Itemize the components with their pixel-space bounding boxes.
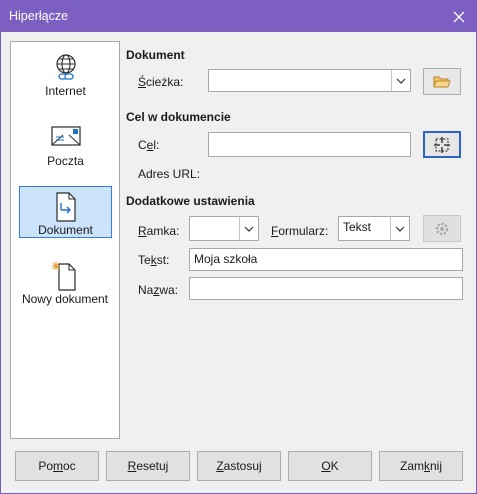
frame-combobox[interactable]	[189, 216, 259, 241]
document-heading: Dokument	[126, 48, 185, 62]
chevron-down-icon	[396, 78, 406, 84]
open-file-button[interactable]	[423, 68, 461, 95]
url-label: Adres URL:	[138, 167, 201, 181]
events-button[interactable]	[423, 215, 461, 242]
target-in-document-button[interactable]	[423, 131, 461, 158]
path-combobox[interactable]	[208, 69, 411, 92]
hyperlink-type-sidebar: Internet Poczta Dokument Nowy dokument	[10, 41, 120, 439]
folder-icon	[433, 76, 451, 87]
sidebar-item-label: Nowy dokument	[21, 292, 109, 306]
sidebar-item-internet[interactable]: Internet	[19, 48, 112, 100]
name-label: Nazwa:	[138, 283, 179, 297]
text-input[interactable]: Moja szkoła	[189, 248, 463, 271]
hyperlink-dialog: Hiperłącze Internet Poczta Dokument Nowy…	[0, 0, 477, 494]
form-label: Formularz:	[271, 224, 329, 238]
target-heading: Cel w dokumencie	[126, 110, 231, 124]
close-icon	[453, 11, 465, 22]
sidebar-item-mail[interactable]: Poczta	[19, 118, 112, 170]
path-label: Ścieżka:	[138, 75, 184, 89]
target-label: Cel:	[138, 138, 160, 152]
frame-dropdown-button[interactable]	[239, 217, 258, 240]
gear-icon	[435, 222, 449, 235]
new-document-icon	[50, 260, 80, 295]
help-button[interactable]: Po m oc	[15, 451, 99, 481]
globe-link-icon	[51, 52, 81, 85]
sidebar-item-new-document[interactable]: Nowy dokument	[13, 256, 117, 308]
close-window-button[interactable]	[442, 1, 476, 32]
form-value: Tekst	[343, 220, 372, 234]
chevron-down-icon	[395, 226, 405, 232]
sidebar-item-label: Poczta	[47, 154, 84, 168]
name-input[interactable]	[189, 277, 463, 300]
apply-button[interactable]: Zastosuj	[197, 451, 281, 481]
document-icon	[51, 191, 81, 226]
sidebar-item-label: Internet	[45, 84, 86, 98]
envelope-icon	[50, 122, 82, 155]
form-combobox[interactable]: Tekst	[338, 216, 410, 241]
sidebar-item-document[interactable]: Dokument	[19, 186, 112, 238]
window-title: Hiperłącze	[9, 9, 69, 23]
form-dropdown-button[interactable]	[390, 217, 409, 240]
close-button[interactable]: Zam k nij	[379, 451, 463, 481]
chevron-down-icon	[244, 226, 254, 232]
reset-button[interactable]: Resetuj	[106, 451, 190, 481]
target-input[interactable]	[208, 132, 411, 157]
target-crosshair-icon	[434, 136, 450, 153]
text-label: Tekst:	[138, 253, 170, 267]
ok-button[interactable]: OK	[288, 451, 372, 481]
title-bar: Hiperłącze	[1, 1, 476, 32]
extra-settings-heading: Dodatkowe ustawienia	[126, 194, 255, 208]
path-dropdown-button[interactable]	[391, 70, 410, 91]
sidebar-item-label: Dokument	[38, 223, 93, 237]
frame-label: Ramka:	[138, 224, 180, 238]
